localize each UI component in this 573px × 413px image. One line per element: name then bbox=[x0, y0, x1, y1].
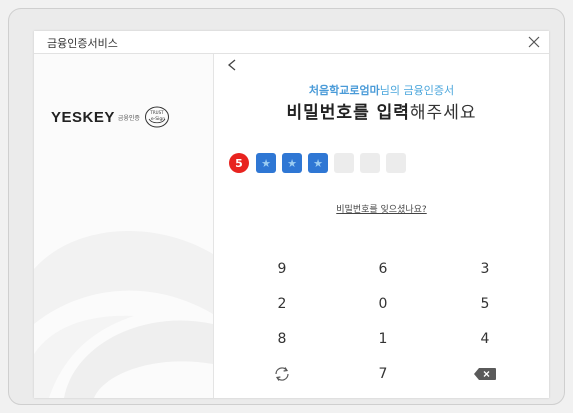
pin-box-filled: ★ bbox=[282, 153, 302, 173]
keypad-key[interactable]: 9 bbox=[252, 257, 312, 281]
chevron-left-icon[interactable] bbox=[224, 57, 240, 73]
seal-top-text: TRUST bbox=[149, 110, 164, 115]
pin-box-empty bbox=[386, 153, 406, 173]
owner-name: 처음학교로엄마 bbox=[308, 84, 380, 97]
auth-window: 금융인증서비스 YESKEY 금융인증 TRUST e-Sign 처음학교로엄마… bbox=[34, 31, 549, 398]
keypad-key[interactable]: 1 bbox=[353, 327, 413, 351]
forgot-password-link[interactable]: 비밀번호를 잊으셨나요? bbox=[336, 205, 426, 215]
certificate-owner-line: 처음학교로엄마님의 금융인증서 bbox=[214, 82, 549, 98]
yeskey-logo: YESKEY 금융인증 TRUST e-Sign bbox=[51, 106, 170, 128]
logo-wordmark: YESKEY bbox=[51, 108, 115, 126]
page-title: 비밀번호를 입력해주세요 bbox=[214, 98, 549, 123]
pin-box-filled: ★ bbox=[256, 153, 276, 173]
logo-subtitle: 금융인증 bbox=[117, 114, 140, 122]
window-title: 금융인증서비스 bbox=[47, 37, 118, 50]
keypad-key[interactable]: 3 bbox=[455, 257, 515, 281]
brand-panel: YESKEY 금융인증 TRUST e-Sign bbox=[34, 54, 214, 398]
keypad-key[interactable]: 6 bbox=[353, 257, 413, 281]
refresh-icon[interactable] bbox=[252, 362, 312, 386]
heading-bold: 비밀번호를 입력 bbox=[286, 103, 410, 123]
password-panel: 처음학교로엄마님의 금융인증서 비밀번호를 입력해주세요 5 ★ ★ ★ 비밀번… bbox=[214, 54, 549, 398]
backspace-icon[interactable] bbox=[455, 362, 515, 386]
heading-rest: 해주세요 bbox=[409, 103, 477, 123]
keypad-key[interactable]: 0 bbox=[353, 292, 413, 316]
keypad-key[interactable]: 8 bbox=[252, 327, 312, 351]
pin-indicator: 5 ★ ★ ★ bbox=[229, 152, 412, 174]
subtitle-suffix: 님의 금융인증서 bbox=[379, 84, 455, 97]
keypad-key[interactable]: 2 bbox=[252, 292, 312, 316]
keypad-key[interactable]: 5 bbox=[455, 292, 515, 316]
keypad-key[interactable]: 7 bbox=[353, 362, 413, 386]
trust-esign-seal-icon: TRUST e-Sign bbox=[144, 106, 169, 128]
remaining-count-badge: 5 bbox=[229, 153, 249, 173]
title-bar: 금융인증서비스 bbox=[34, 31, 549, 54]
close-icon[interactable] bbox=[525, 32, 543, 50]
forgot-password-row: 비밀번호를 잊으셨나요? bbox=[214, 197, 549, 216]
pin-box-filled: ★ bbox=[308, 153, 328, 173]
pin-box-empty bbox=[360, 153, 380, 173]
decorative-swirl bbox=[34, 231, 213, 398]
keypad-key[interactable]: 4 bbox=[455, 327, 515, 351]
pin-box-empty bbox=[334, 153, 354, 173]
